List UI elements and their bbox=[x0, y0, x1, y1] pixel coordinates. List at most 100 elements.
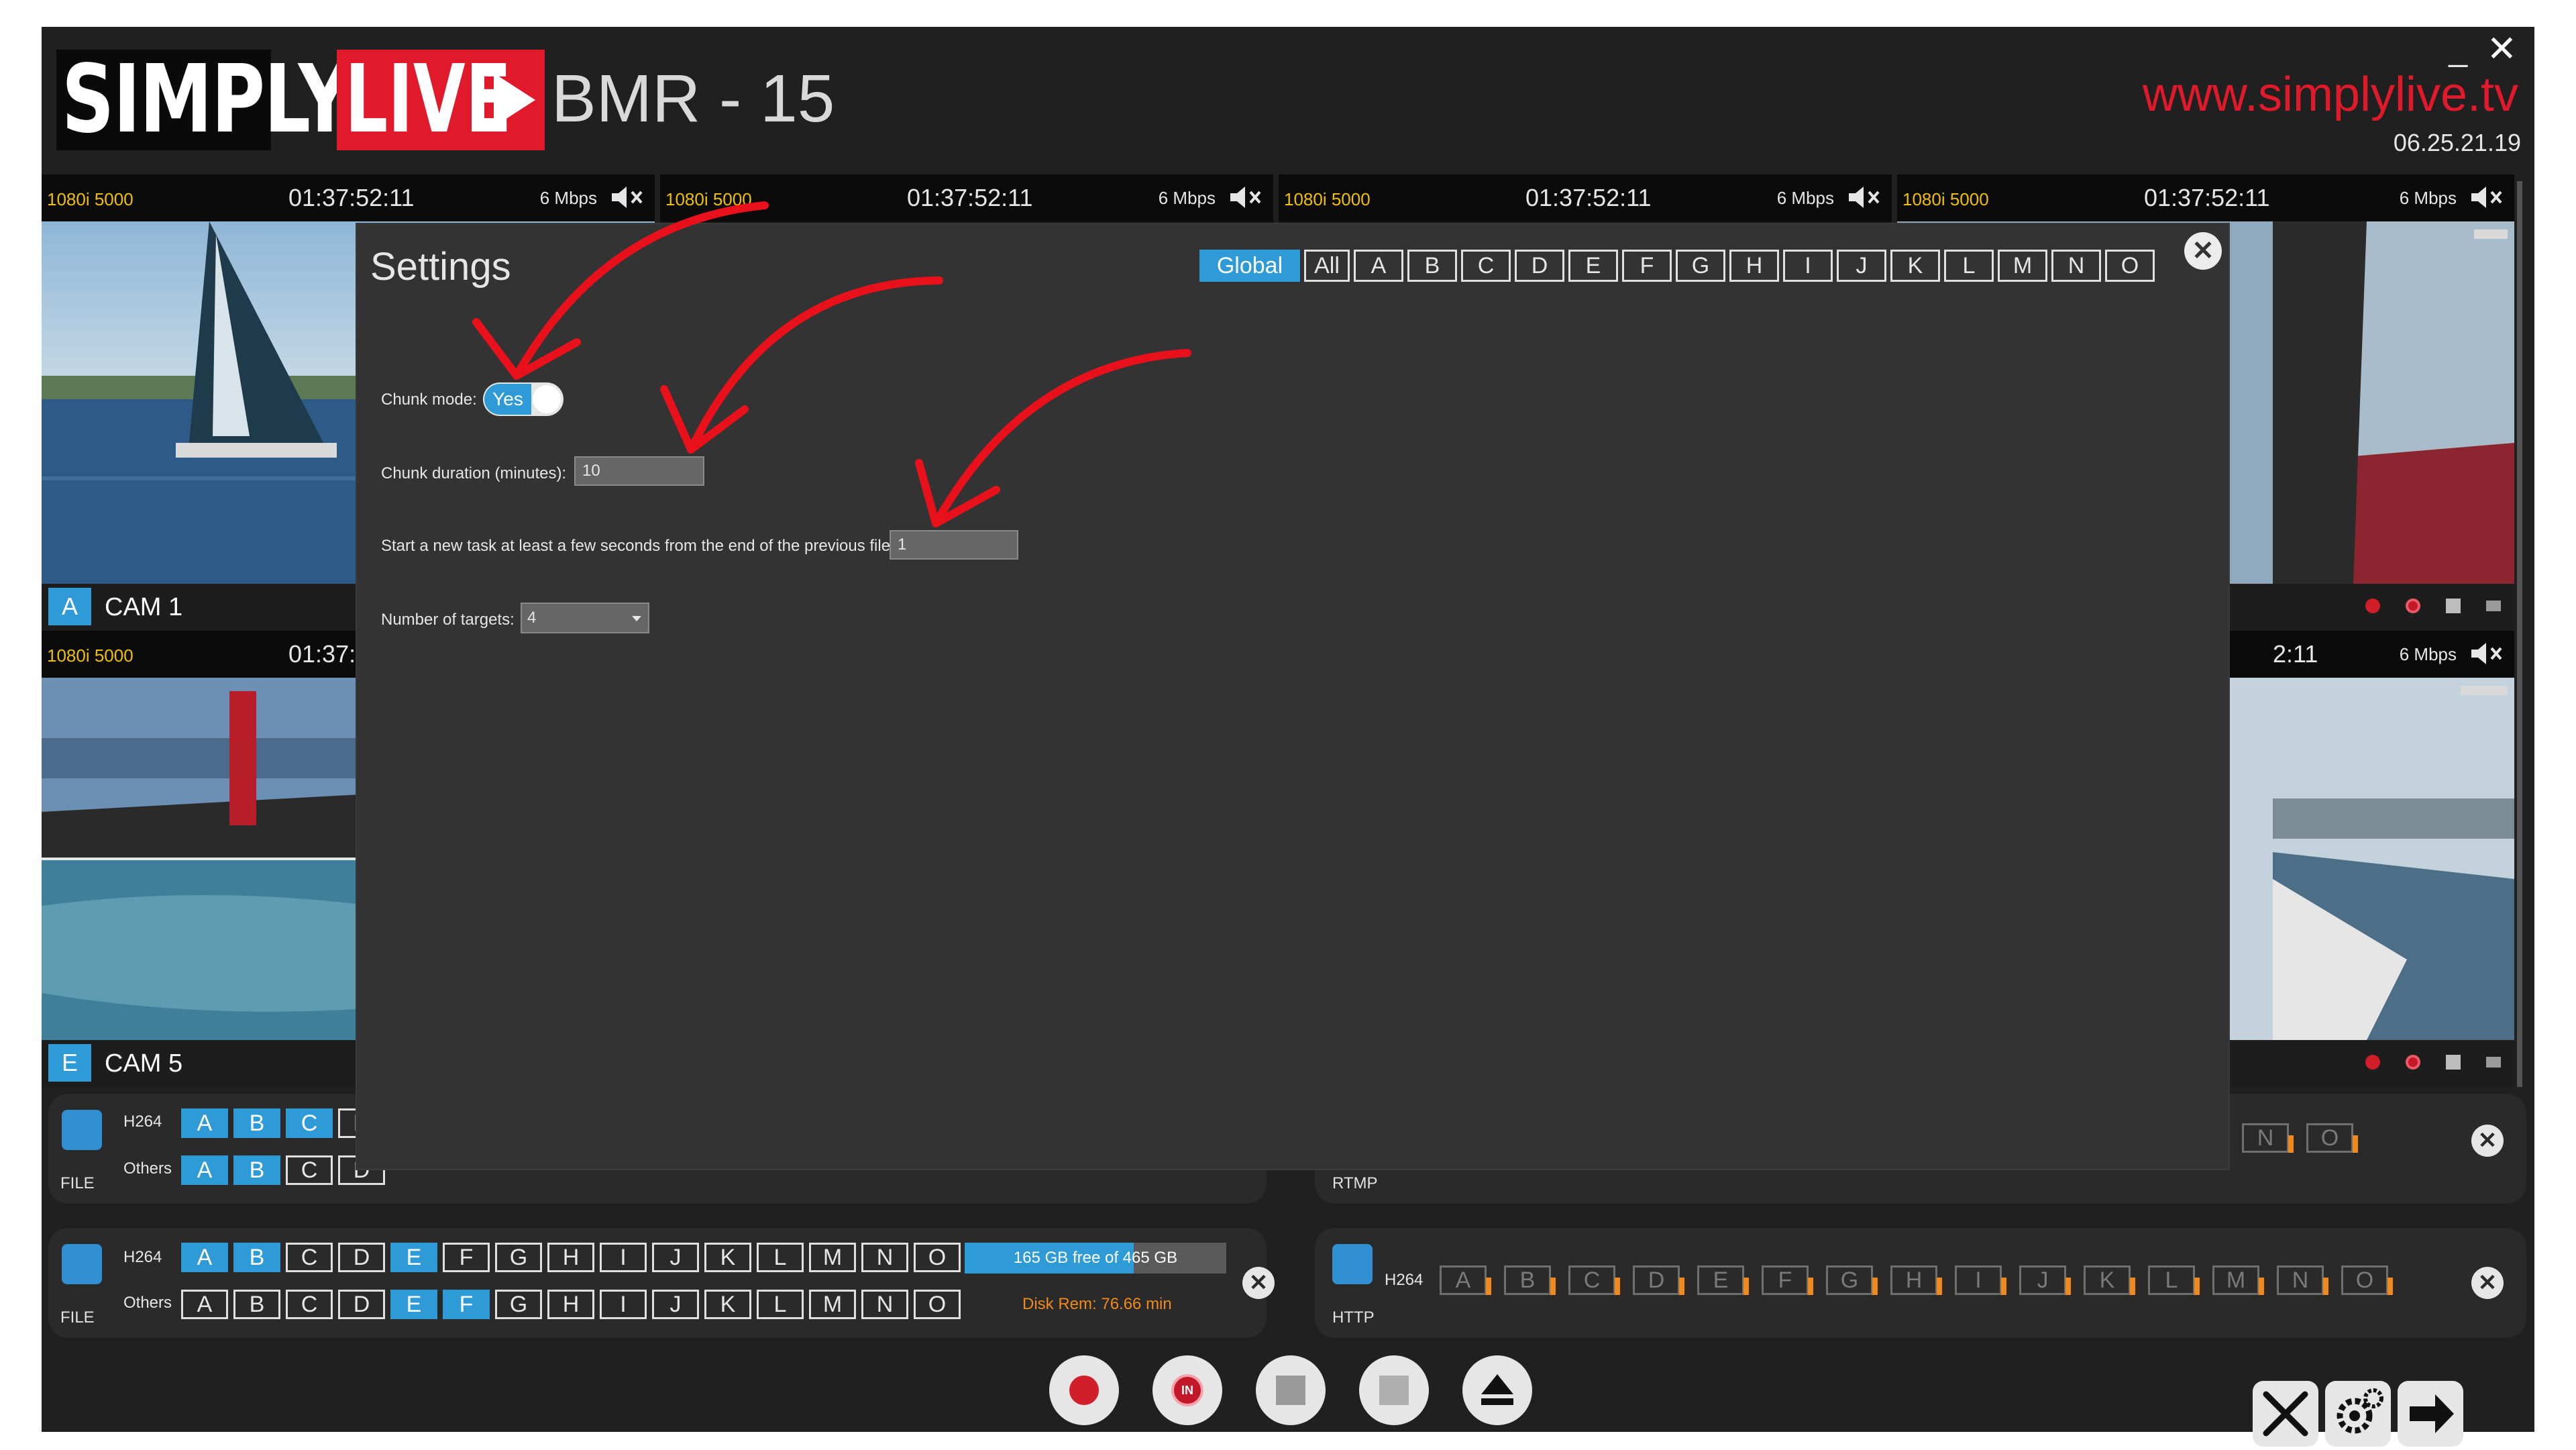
scope-tab-a[interactable]: A bbox=[1354, 250, 1403, 282]
target-toggle-a[interactable]: A bbox=[181, 1108, 228, 1138]
http-target-g[interactable]: G bbox=[1826, 1265, 1878, 1295]
toggle-knob bbox=[533, 385, 561, 413]
http-target-e[interactable]: E bbox=[1697, 1265, 1749, 1295]
others-target-g[interactable]: G bbox=[495, 1290, 542, 1319]
http-target-d[interactable]: D bbox=[1633, 1265, 1684, 1295]
scope-tab-g[interactable]: G bbox=[1676, 250, 1725, 282]
h264-target-l[interactable]: L bbox=[757, 1243, 804, 1272]
close-panel-button[interactable]: ✕ bbox=[2471, 1267, 2504, 1299]
http-target-c[interactable]: C bbox=[1568, 1265, 1620, 1295]
http-target-l[interactable]: L bbox=[2148, 1265, 2200, 1295]
minimize-button[interactable]: _ bbox=[2449, 32, 2467, 66]
rtmp-target-n[interactable]: N bbox=[2242, 1123, 2294, 1153]
exit-button[interactable] bbox=[2398, 1381, 2463, 1447]
scope-tab-j[interactable]: J bbox=[1837, 250, 1886, 282]
in-button[interactable]: IN bbox=[1152, 1355, 1222, 1425]
others-target-j[interactable]: J bbox=[652, 1290, 699, 1319]
h264-target-e[interactable]: E bbox=[390, 1243, 437, 1272]
others-target-n[interactable]: N bbox=[861, 1290, 908, 1319]
scope-tab-c[interactable]: C bbox=[1461, 250, 1511, 282]
others-target-b[interactable]: B bbox=[233, 1290, 280, 1319]
mute-icon[interactable] bbox=[609, 184, 647, 211]
chunk-mode-toggle[interactable]: Yes bbox=[483, 382, 564, 416]
scope-tab-m[interactable]: M bbox=[1998, 250, 2047, 282]
scope-tab-k[interactable]: K bbox=[1890, 250, 1940, 282]
h264-target-b[interactable]: B bbox=[233, 1243, 280, 1272]
others-target-m[interactable]: M bbox=[809, 1290, 856, 1319]
others-target-d[interactable]: D bbox=[338, 1290, 385, 1319]
folder-icon[interactable] bbox=[62, 1110, 102, 1150]
close-settings-button[interactable]: ✕ bbox=[2184, 232, 2222, 270]
scope-tab-l[interactable]: L bbox=[1944, 250, 1994, 282]
scope-tab-h[interactable]: H bbox=[1729, 250, 1779, 282]
others-toggle-c[interactable]: C bbox=[286, 1155, 333, 1185]
scope-tab-b[interactable]: B bbox=[1407, 250, 1457, 282]
others-toggle-b[interactable]: B bbox=[233, 1155, 280, 1185]
others-target-i[interactable]: I bbox=[600, 1290, 647, 1319]
record-button[interactable] bbox=[1049, 1355, 1119, 1425]
mute-icon[interactable] bbox=[1846, 184, 1884, 211]
close-window-button[interactable]: ✕ bbox=[2487, 31, 2517, 67]
http-target-b[interactable]: B bbox=[1504, 1265, 1556, 1295]
others-target-e[interactable]: E bbox=[390, 1290, 437, 1319]
close-panel-button[interactable]: ✕ bbox=[1242, 1267, 1275, 1299]
mute-icon[interactable] bbox=[1228, 184, 1265, 211]
site-url-link[interactable]: www.simplylive.tv bbox=[2143, 67, 2518, 122]
rtmp-target-o[interactable]: O bbox=[2306, 1123, 2358, 1153]
scope-tab-o[interactable]: O bbox=[2105, 250, 2155, 282]
http-target-k[interactable]: K bbox=[2084, 1265, 2135, 1295]
stop-button[interactable] bbox=[1256, 1355, 1326, 1425]
others-target-a[interactable]: A bbox=[181, 1290, 228, 1319]
folder-icon[interactable] bbox=[62, 1244, 102, 1284]
h264-target-n[interactable]: N bbox=[861, 1243, 908, 1272]
number-of-targets-select[interactable]: 4 bbox=[521, 603, 649, 633]
scope-tab-d[interactable]: D bbox=[1515, 250, 1564, 282]
others-toggle-a[interactable]: A bbox=[181, 1155, 228, 1185]
broadcast-icon[interactable] bbox=[1332, 1244, 1373, 1284]
mute-icon[interactable] bbox=[2469, 640, 2506, 667]
close-panel-button[interactable]: ✕ bbox=[2471, 1125, 2504, 1157]
disabled-action-button[interactable] bbox=[1359, 1355, 1429, 1425]
settings-button[interactable] bbox=[2325, 1381, 2391, 1447]
http-target-o[interactable]: O bbox=[2341, 1265, 2393, 1295]
scope-tab-f[interactable]: F bbox=[1622, 250, 1672, 282]
h264-target-i[interactable]: I bbox=[600, 1243, 647, 1272]
http-target-i[interactable]: I bbox=[1955, 1265, 2006, 1295]
h264-target-o[interactable]: O bbox=[914, 1243, 961, 1272]
new-task-offset-input[interactable]: 1 bbox=[890, 530, 1018, 560]
http-target-n[interactable]: N bbox=[2277, 1265, 2328, 1295]
h264-target-d[interactable]: D bbox=[338, 1243, 385, 1272]
target-toggle-c[interactable]: C bbox=[286, 1108, 333, 1138]
http-target-f[interactable]: F bbox=[1762, 1265, 1813, 1295]
others-target-h[interactable]: H bbox=[547, 1290, 594, 1319]
h264-target-a[interactable]: A bbox=[181, 1243, 228, 1272]
h264-target-k[interactable]: K bbox=[704, 1243, 751, 1272]
target-toggle-b[interactable]: B bbox=[233, 1108, 280, 1138]
others-target-l[interactable]: L bbox=[757, 1290, 804, 1319]
h264-target-g[interactable]: G bbox=[495, 1243, 542, 1272]
http-target-m[interactable]: M bbox=[2212, 1265, 2264, 1295]
h264-target-c[interactable]: C bbox=[286, 1243, 333, 1272]
others-target-f[interactable]: F bbox=[443, 1290, 490, 1319]
mute-icon[interactable] bbox=[2469, 184, 2506, 211]
others-target-o[interactable]: O bbox=[914, 1290, 961, 1319]
panel-type-label: HTTP bbox=[1332, 1308, 1375, 1327]
others-target-c[interactable]: C bbox=[286, 1290, 333, 1319]
eject-button[interactable] bbox=[1462, 1355, 1532, 1425]
scope-tab-e[interactable]: E bbox=[1568, 250, 1618, 282]
http-target-h[interactable]: H bbox=[1890, 1265, 1942, 1295]
scrollbar[interactable] bbox=[2517, 181, 2522, 1087]
http-target-a[interactable]: A bbox=[1440, 1265, 1491, 1295]
scope-tab-global[interactable]: Global bbox=[1199, 250, 1300, 282]
h264-target-f[interactable]: F bbox=[443, 1243, 490, 1272]
scope-tab-n[interactable]: N bbox=[2051, 250, 2101, 282]
h264-target-j[interactable]: J bbox=[652, 1243, 699, 1272]
chunk-duration-input[interactable]: 10 bbox=[574, 456, 704, 486]
scope-tab-i[interactable]: I bbox=[1783, 250, 1833, 282]
h264-target-h[interactable]: H bbox=[547, 1243, 594, 1272]
tools-button[interactable] bbox=[2253, 1381, 2318, 1447]
scope-tab-all[interactable]: All bbox=[1304, 250, 1350, 282]
h264-target-m[interactable]: M bbox=[809, 1243, 856, 1272]
others-target-k[interactable]: K bbox=[704, 1290, 751, 1319]
http-target-j[interactable]: J bbox=[2019, 1265, 2071, 1295]
